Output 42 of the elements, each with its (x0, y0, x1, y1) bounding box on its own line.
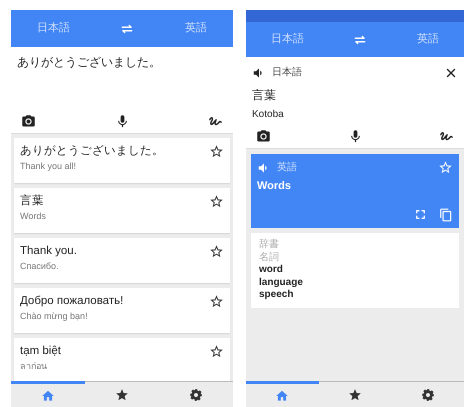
settings-icon (189, 388, 203, 402)
history-text: Thank you. (20, 244, 77, 259)
copy-icon[interactable] (439, 208, 453, 222)
star-icon (348, 388, 362, 402)
history-card[interactable]: 言葉 Words (14, 188, 230, 233)
history-translation: Chào mừng bạn! (20, 310, 89, 323)
camera-icon[interactable] (256, 129, 271, 144)
history-translation: Спасибо. (20, 260, 60, 273)
history-text: Добро пожаловать! (20, 294, 124, 309)
dictionary-entry: speech (259, 289, 294, 302)
history-text: 言葉 (20, 194, 45, 209)
star-icon[interactable] (209, 244, 224, 259)
fullscreen-icon[interactable] (414, 208, 427, 221)
history-translation: Thank you all! (20, 160, 78, 173)
input-text[interactable]: ありがとうございました。 (17, 53, 227, 114)
history-text: tạm biệt (20, 344, 61, 359)
dictionary-entry: word (259, 264, 284, 276)
history-translation: Words (20, 210, 46, 223)
transliteration: Kotoba (252, 108, 285, 122)
history-text: ありがとうございました。 (20, 144, 164, 159)
input-text[interactable]: 言葉 (252, 86, 458, 104)
settings-icon (420, 388, 435, 402)
dictionary-label: 辞書 (259, 239, 280, 252)
history-card[interactable]: tạm biệt ลาก่อน (14, 338, 230, 381)
history-card[interactable]: ありがとうございました。 Thank you all! (14, 138, 230, 183)
star-icon[interactable] (209, 144, 224, 159)
history-card[interactable]: Thank you. Спасибо. (14, 238, 230, 283)
home-icon (41, 388, 55, 402)
dictionary-entry: language (259, 276, 304, 289)
star-icon[interactable] (438, 160, 453, 175)
language-label: 日本語 (272, 66, 302, 80)
language-label: 英語 (277, 160, 297, 175)
star-icon[interactable] (209, 294, 224, 309)
star-icon (115, 388, 129, 402)
part-of-speech: 名詞 (259, 252, 280, 264)
history-translation: ลาก่อน (20, 360, 48, 373)
translation-text: Words (257, 179, 292, 194)
star-icon[interactable] (209, 194, 224, 209)
history-card[interactable]: Добро пожаловать! Chào mừng bạn! (14, 288, 230, 333)
home-icon (275, 388, 290, 402)
camera-icon[interactable] (21, 114, 36, 129)
star-icon[interactable] (209, 344, 224, 359)
